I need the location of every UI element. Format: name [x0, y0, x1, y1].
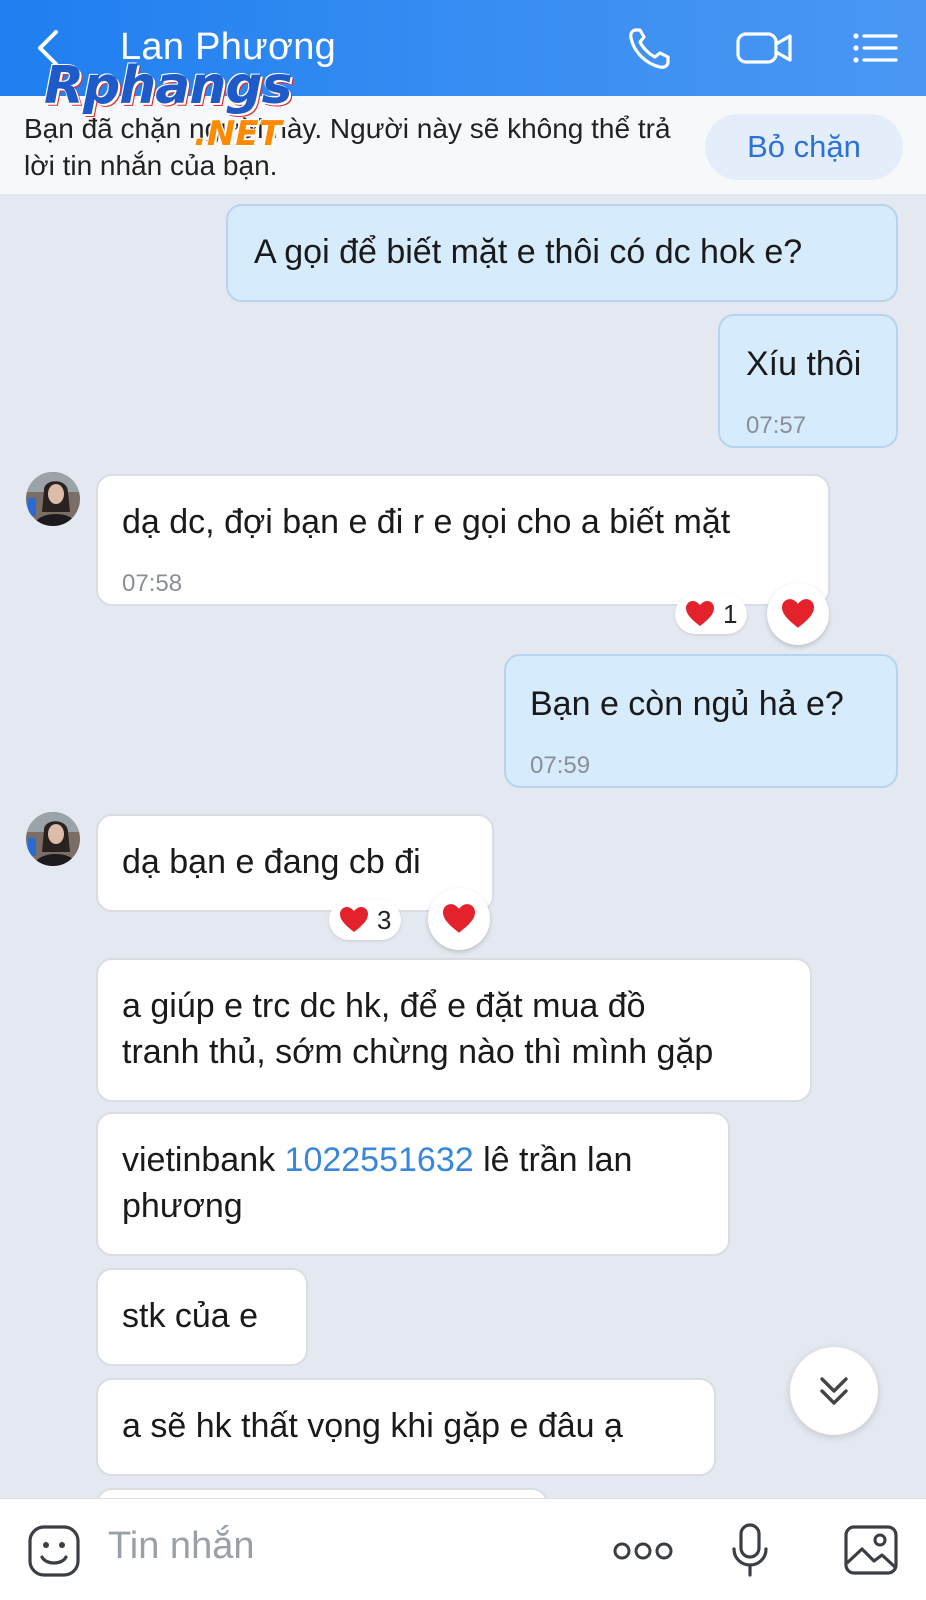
- reaction-summary[interactable]: 3: [329, 900, 402, 940]
- emoji-sticker-icon: [28, 1525, 80, 1577]
- more-options-button[interactable]: [612, 1539, 674, 1568]
- call-button[interactable]: [624, 24, 676, 72]
- unblock-button[interactable]: Bỏ chặn: [705, 114, 903, 180]
- message-text: Bạn e còn ngủ hả e?: [530, 685, 844, 723]
- video-call-button[interactable]: [734, 24, 796, 72]
- chat-header: Lan Phương: [0, 0, 926, 96]
- message-bubble-incoming[interactable]: stk của e: [96, 1268, 308, 1366]
- message-text: Xíu thôi: [746, 345, 862, 383]
- message-time: 07:59: [530, 752, 591, 779]
- avatar-image: [26, 472, 80, 526]
- message-text-line: tranh thủ, sớm chừng nào thì mình gặp: [122, 1033, 714, 1071]
- message-text-part: vietinbank: [122, 1141, 285, 1179]
- chat-options-button[interactable]: [850, 24, 900, 72]
- heart-icon: [686, 601, 714, 626]
- back-button[interactable]: [30, 26, 70, 70]
- reaction-count: 3: [377, 904, 392, 935]
- phone-icon: [629, 28, 670, 69]
- reaction-summary[interactable]: 1: [675, 594, 748, 634]
- message-text: dạ bạn e đang cb đi: [122, 843, 421, 881]
- message-text: dạ dc, đợi bạn e đi r e gọi cho a biết m…: [122, 503, 731, 541]
- message-text: A gọi để biết mặt e thôi có dc hok e?: [254, 233, 803, 271]
- message-bubble-outgoing[interactable]: Xíu thôi 07:57: [718, 314, 898, 448]
- message-bubble-incoming[interactable]: dạ dc, đợi bạn e đi r e gọi cho a biết m…: [96, 474, 830, 606]
- message-time: 07:58: [122, 570, 183, 597]
- message-bubble-incoming[interactable]: a sẽ hk thất vọng khi gặp e đâu ạ: [96, 1378, 716, 1476]
- message-bubble-incoming[interactable]: dạ bạn e đang cb đi: [96, 814, 494, 912]
- message-bubble-outgoing[interactable]: A gọi để biết mặt e thôi có dc hok e?: [226, 204, 898, 302]
- microphone-icon: [732, 1523, 768, 1577]
- message-text-line: phương: [122, 1187, 243, 1225]
- more-horizontal-icon: [613, 1542, 673, 1560]
- message-text: a sẽ hk thất vọng khi gặp e đâu ạ: [122, 1407, 623, 1445]
- heart-icon: [443, 904, 475, 933]
- message-input-bar: Tin nhắn: [0, 1498, 926, 1600]
- blocked-notice-text: Bạn đã chặn người này. Người này sẽ khôn…: [24, 113, 671, 181]
- heart-icon: [782, 599, 814, 628]
- account-number-link[interactable]: 1022551632: [285, 1141, 474, 1179]
- react-button[interactable]: [767, 583, 829, 645]
- message-text-line: vietinbank 1022551632 lê trần lan: [122, 1138, 632, 1182]
- message-text-part: lê trần lan: [473, 1141, 633, 1179]
- avatar-image: [26, 812, 80, 866]
- message-bubble-incoming[interactable]: vietinbank 1022551632 lê trần lan phương: [96, 1112, 730, 1256]
- sticker-button[interactable]: [26, 1523, 82, 1584]
- contact-name[interactable]: Lan Phương: [120, 26, 336, 69]
- message-bubble-incoming[interactable]: a giúp e trc dc hk, để e đặt mua đồ tran…: [96, 958, 812, 1102]
- react-button[interactable]: [428, 888, 490, 950]
- message-time: 07:57: [746, 412, 807, 439]
- scroll-to-bottom-button[interactable]: [790, 1347, 878, 1435]
- photo-button[interactable]: [842, 1523, 900, 1582]
- message-text: stk của e: [122, 1297, 259, 1335]
- chevron-left-icon: [38, 30, 58, 66]
- contact-avatar[interactable]: [26, 472, 80, 526]
- list-menu-icon: [853, 33, 898, 63]
- message-text-line: a giúp e trc dc hk, để e đặt mua đồ: [122, 987, 646, 1025]
- message-input[interactable]: Tin nhắn: [108, 1525, 254, 1568]
- reaction-count: 1: [723, 598, 738, 629]
- video-camera-icon: [736, 32, 792, 64]
- contact-avatar[interactable]: [26, 812, 80, 866]
- image-gallery-icon: [844, 1525, 898, 1575]
- voice-message-button[interactable]: [728, 1521, 772, 1586]
- heart-icon: [340, 907, 368, 932]
- message-bubble-outgoing[interactable]: Bạn e còn ngủ hả e? 07:59: [504, 654, 898, 788]
- double-chevron-down-icon: [820, 1377, 848, 1405]
